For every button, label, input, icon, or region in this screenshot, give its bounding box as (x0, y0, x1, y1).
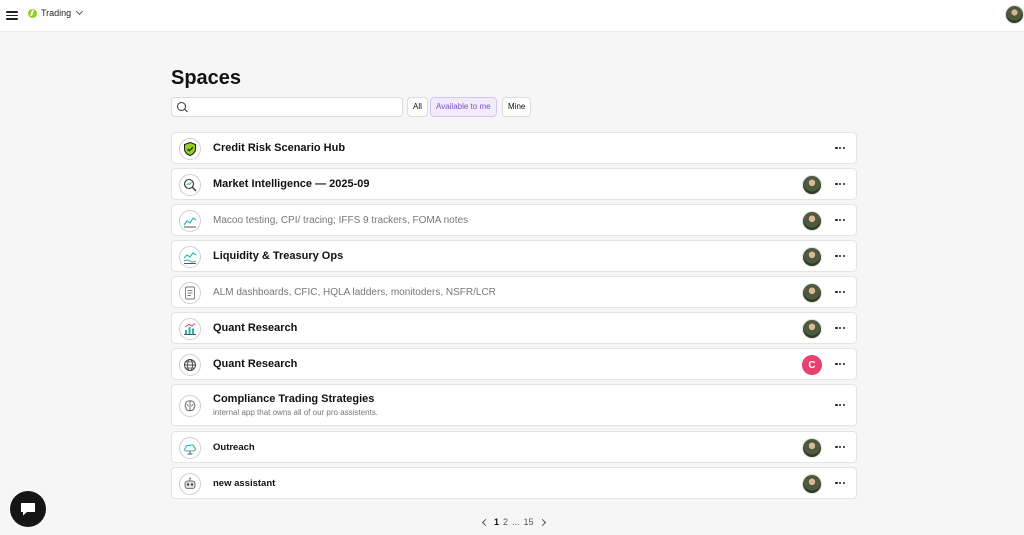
more-options-icon[interactable] (832, 178, 848, 190)
space-row[interactable]: Quant Research C (171, 348, 857, 380)
filter-mine[interactable]: Mine (502, 97, 532, 117)
space-title: Credit Risk Scenario Hub (213, 142, 346, 154)
owner-avatar (802, 319, 822, 339)
owner-avatar (802, 283, 822, 303)
space-title: Quant Research (213, 322, 298, 334)
space-title: Compliance Trading Strategies (213, 393, 375, 405)
space-title: Market Intelligence — 2025-09 (213, 178, 370, 190)
document-list-icon (179, 282, 201, 304)
owner-avatar (802, 474, 822, 494)
space-title: ALM dashboards, CFIC, HQLA ladders, moni… (213, 287, 496, 298)
chat-bubble-icon (21, 503, 35, 516)
filter-row: All Available to me Mine (171, 97, 857, 117)
search-input[interactable] (192, 100, 397, 114)
space-title: new assistant (213, 478, 276, 489)
brain-icon (179, 395, 201, 417)
more-options-icon[interactable] (832, 358, 848, 370)
user-avatar[interactable] (1005, 5, 1024, 24)
owner-avatar (802, 247, 822, 267)
magnifier-chart-icon (179, 174, 201, 196)
more-options-icon[interactable] (832, 322, 848, 334)
space-row[interactable]: Macoo testing, CPI/ tracing; IFFS 9 trac… (171, 204, 857, 236)
space-title: Macoo testing, CPI/ tracing; IFFS 9 trac… (213, 215, 469, 226)
chevron-right-icon[interactable] (538, 518, 546, 526)
space-row[interactable]: Quant Research (171, 312, 857, 344)
space-row[interactable]: Credit Risk Scenario Hub (171, 132, 857, 164)
owner-avatar (802, 438, 822, 458)
top-bar: Trading (0, 0, 1024, 32)
space-row[interactable]: Compliance Trading Strategies internal a… (171, 384, 857, 426)
page-number-last[interactable]: 15 (524, 517, 534, 527)
pagination: 1 2 ... 15 (481, 516, 546, 528)
workspace-switcher[interactable]: Trading (28, 7, 84, 18)
cloud-network-icon (179, 437, 201, 459)
owner-avatar (802, 175, 822, 195)
chat-button[interactable] (10, 491, 46, 527)
page-number-current[interactable]: 1 (494, 517, 499, 527)
waves-chart-icon (179, 246, 201, 268)
space-row[interactable]: Liquidity & Treasury Ops (171, 240, 857, 272)
globe-icon (179, 354, 201, 376)
more-options-icon[interactable] (832, 214, 848, 226)
page-ellipsis: ... (512, 517, 520, 527)
more-options-icon[interactable] (832, 441, 848, 453)
line-chart-icon (179, 210, 201, 232)
search-box[interactable] (171, 97, 403, 117)
more-options-icon[interactable] (832, 399, 848, 411)
space-title: Outreach (213, 442, 255, 453)
owner-avatar: C (802, 355, 822, 375)
workspace-name: Trading (41, 8, 72, 18)
more-options-icon[interactable] (832, 250, 848, 262)
space-description: internal app that owns all of our pro as… (213, 408, 378, 417)
spaces-page: Spaces All Available to me Mine Credit R… (171, 64, 857, 499)
search-icon (177, 102, 186, 111)
more-options-icon[interactable] (832, 142, 848, 154)
robot-icon (179, 473, 201, 495)
shield-icon (179, 138, 201, 160)
bar-chart-icon (179, 318, 201, 340)
hamburger-menu-icon[interactable] (6, 9, 18, 21)
owner-avatar (802, 211, 822, 231)
page-title: Spaces (171, 67, 242, 89)
more-options-icon[interactable] (832, 477, 848, 489)
filter-all[interactable]: All (407, 97, 428, 117)
more-options-icon[interactable] (832, 286, 848, 298)
space-row[interactable]: ALM dashboards, CFIC, HQLA ladders, moni… (171, 276, 857, 308)
workspace-logo-icon (28, 8, 37, 18)
space-row[interactable]: new assistant (171, 467, 857, 499)
space-row[interactable]: Market Intelligence — 2025-09 (171, 168, 857, 200)
space-title: Liquidity & Treasury Ops (213, 250, 344, 262)
page-number[interactable]: 2 (503, 517, 508, 527)
filter-available-to-me[interactable]: Available to me (430, 97, 497, 117)
space-row[interactable]: Outreach (171, 431, 857, 463)
chevron-left-icon[interactable] (481, 518, 490, 526)
space-title: Quant Research (213, 358, 298, 370)
chevron-down-icon (76, 7, 84, 16)
